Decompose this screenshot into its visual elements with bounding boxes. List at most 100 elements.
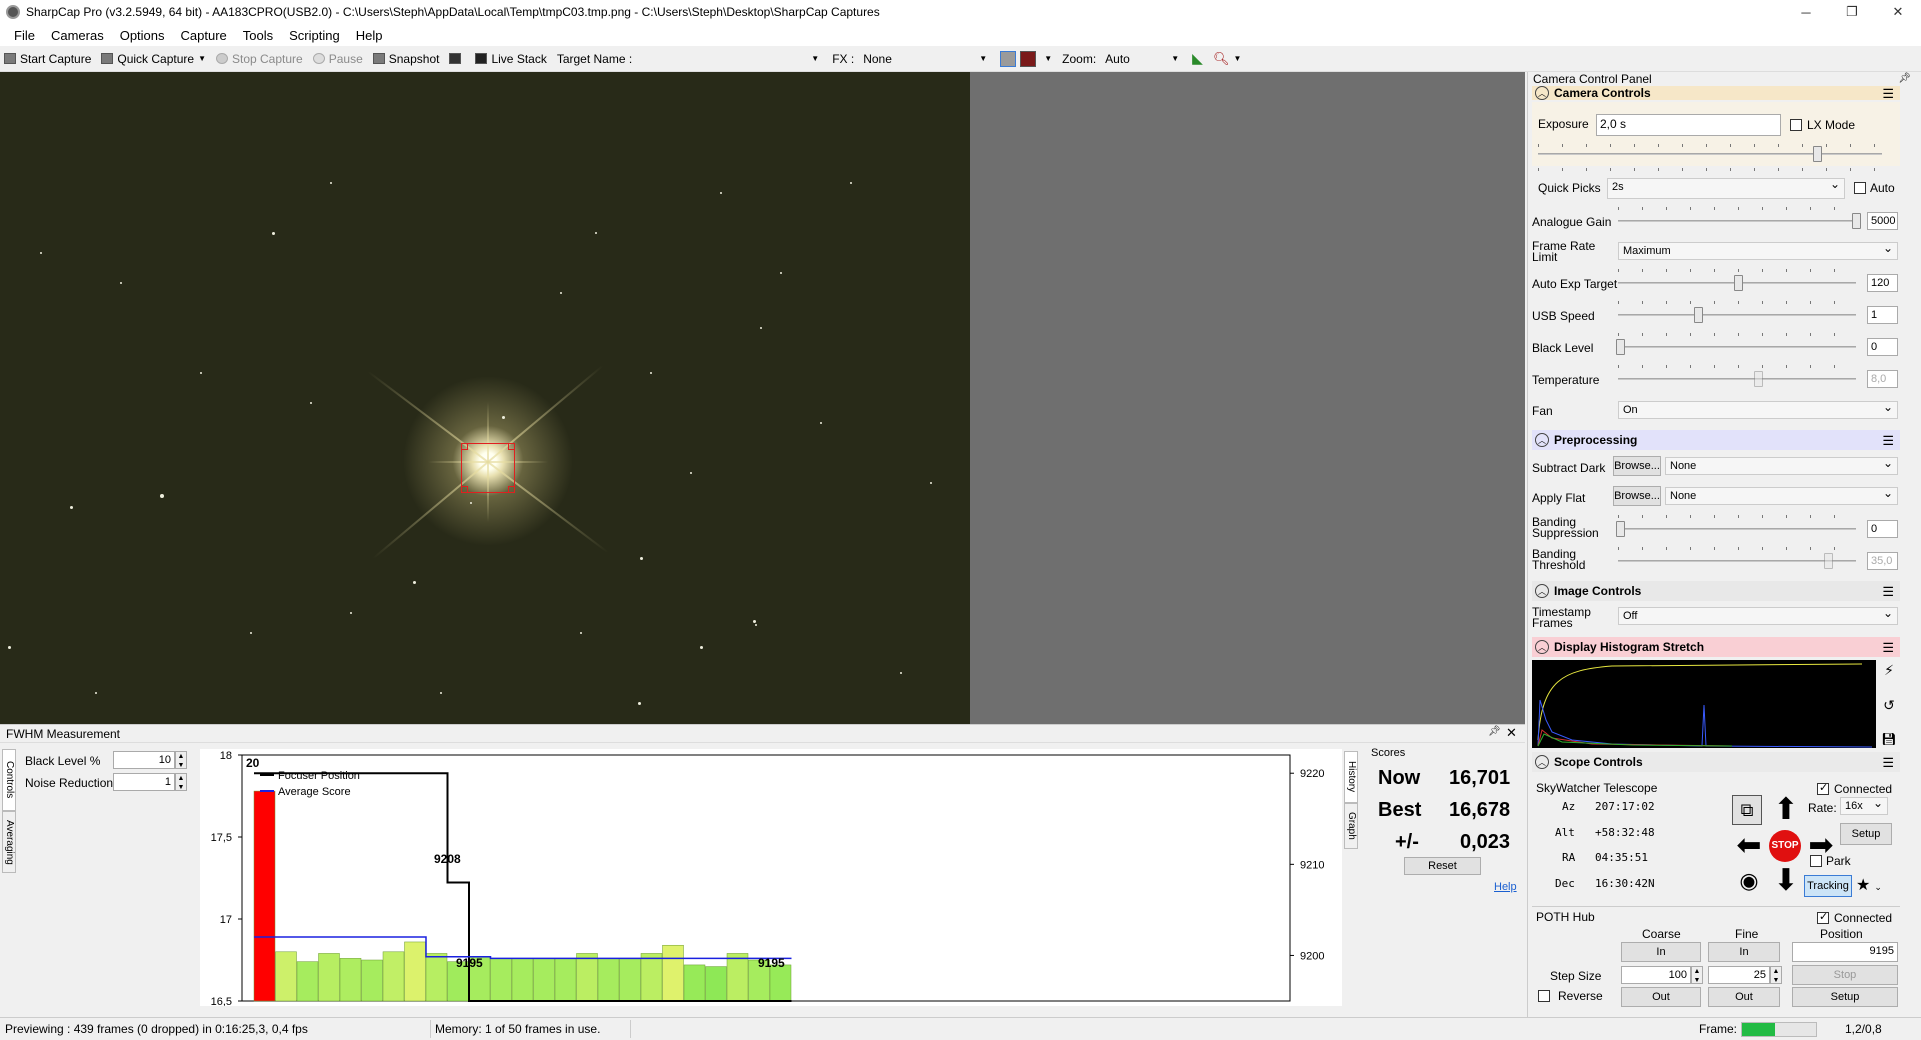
image-viewer[interactable] [0,72,970,724]
tab-averaging[interactable]: Averaging [2,811,16,873]
frame-rate-select[interactable]: Maximum [1618,241,1898,260]
menu-tools[interactable]: Tools [243,28,273,43]
hamburger-icon[interactable]: ☰ [1882,433,1894,449]
start-capture-button[interactable]: Start Capture [4,52,91,66]
pin-icon[interactable]: 📌︎ [1488,726,1501,737]
auto-exp-slider-thumb[interactable] [1734,275,1743,291]
pin-icon[interactable]: 📌︎ [1898,73,1911,84]
snapshot-button[interactable]: Snapshot [372,52,439,66]
quick-capture-button[interactable]: Quick Capture ▼ [101,52,206,66]
fwhm-black-level-input[interactable]: 10 [113,751,175,769]
exposure-slider-thumb[interactable] [1813,146,1822,162]
menu-options[interactable]: Options [120,28,165,43]
chevron-down-icon[interactable]: ▼ [1044,54,1052,63]
chevron-down-icon[interactable]: ▼ [198,54,206,63]
black-level-slider-thumb[interactable] [1616,339,1625,355]
menu-help[interactable]: Help [356,28,383,43]
poth-connected-checkbox[interactable] [1817,910,1829,924]
timestamp-frames-select[interactable]: Off [1618,606,1898,625]
tracking-button[interactable]: Tracking [1804,875,1852,897]
arrow-left-icon[interactable]: ⬅ [1732,829,1766,863]
fine-step-spinner[interactable]: ▲ ▼ [1770,966,1782,984]
grid-icon[interactable] [1000,50,1017,67]
subtract-dark-browse-button[interactable]: Browse... [1613,456,1661,476]
display-button[interactable] [449,53,465,64]
scope-setup-button[interactable]: Setup [1840,823,1892,845]
hamburger-icon[interactable]: ☰ [1882,584,1894,600]
help-link[interactable]: Help [1494,881,1517,893]
frame-icon[interactable]: ⧉ [1732,795,1762,825]
collapse-icon[interactable]: ︿ [1535,755,1549,769]
histogram-toggle[interactable]: ◣ [1192,50,1203,67]
menu-capture[interactable]: Capture [181,28,227,43]
auto-exp-input[interactable]: 120 [1867,274,1898,292]
park-checkbox[interactable] [1810,855,1822,867]
preprocessing-header[interactable]: ︿ Preprocessing ☰ [1532,430,1900,450]
collapse-icon[interactable]: ︿ [1535,433,1549,447]
arrow-up-icon[interactable]: ⬆ [1769,793,1803,827]
chevron-down-icon[interactable]: ⌄ [1874,882,1882,892]
subtract-dark-select[interactable]: None [1665,456,1898,475]
histogram-header[interactable]: ︿ Display Histogram Stretch ☰ [1532,637,1900,657]
coarse-in-button[interactable]: In [1621,942,1701,962]
coarse-out-button[interactable]: Out [1621,987,1701,1007]
live-stack-button[interactable]: Live Stack [475,52,547,66]
lx-mode-checkbox[interactable] [1790,119,1802,131]
reset-icon[interactable]: ↺ [1883,697,1895,714]
collapse-icon[interactable]: ︿ [1535,86,1549,100]
coarse-step-input[interactable]: 100 [1621,966,1691,984]
usb-slider-track[interactable] [1618,314,1856,316]
hamburger-icon[interactable]: ☰ [1882,86,1894,102]
menu-cameras[interactable]: Cameras [51,28,104,43]
usb-speed-input[interactable]: 1 [1867,306,1898,324]
banding-suppression-input[interactable]: 0 [1867,520,1898,538]
collapse-icon[interactable]: ︿ [1535,584,1549,598]
noise-reduction-input[interactable]: 1 [113,773,175,791]
camera-controls-header[interactable]: ︿ Camera Controls ☰ [1532,86,1900,102]
apply-flat-browse-button[interactable]: Browse... [1613,486,1661,506]
banding-suppression-track[interactable] [1618,528,1856,530]
focuser-setup-button[interactable]: Setup [1792,987,1898,1007]
gain-input[interactable]: 5000 [1867,212,1898,230]
apply-flat-select[interactable]: None [1665,486,1898,505]
gain-slider-thumb[interactable] [1852,213,1861,229]
maximize-button[interactable]: ❐ [1829,0,1875,24]
black-level-spinner[interactable]: ▲ ▼ [175,751,187,769]
usb-slider-thumb[interactable] [1694,307,1703,323]
target-icon[interactable]: ◉ [1732,865,1766,897]
coarse-step-spinner[interactable]: ▲ ▼ [1691,966,1703,984]
exposure-slider-track[interactable] [1538,153,1882,155]
close-button[interactable]: ✕ [1875,0,1921,24]
star-icon[interactable]: ★ ⌄ [1856,875,1894,897]
quick-picks-select[interactable]: 2s [1607,177,1845,199]
tab-history[interactable]: History [1344,751,1358,803]
auto-exposure-checkbox[interactable] [1854,182,1866,194]
fx-combo[interactable]: None ▼ [860,50,990,68]
exposure-input[interactable]: 2,0 s [1596,114,1781,136]
tab-graph[interactable]: Graph [1344,803,1358,849]
black-level-slider-track[interactable] [1618,346,1856,348]
scope-connected-checkbox[interactable] [1817,781,1829,795]
hamburger-icon[interactable]: ☰ [1882,640,1894,656]
reset-button[interactable]: Reset [1404,857,1481,875]
tab-controls[interactable]: Controls [2,749,16,811]
collapse-icon[interactable]: ︿ [1535,640,1549,654]
gain-slider-track[interactable] [1618,220,1856,222]
zoom-tool[interactable]: 🔍︎ ▼ [1213,51,1241,67]
minimize-button[interactable]: ─ [1783,0,1829,24]
fine-in-button[interactable]: In [1708,942,1780,962]
zoom-combo[interactable]: Auto ▼ [1102,50,1182,68]
stop-capture-button[interactable]: Stop Capture [216,52,303,66]
fine-out-button[interactable]: Out [1708,987,1780,1007]
fine-step-input[interactable]: 25 [1708,966,1770,984]
arrow-down-icon[interactable]: ⬇ [1769,864,1803,898]
scope-controls-header[interactable]: ︿ Scope Controls ☰ [1532,752,1900,772]
noise-reduction-spinner[interactable]: ▲ ▼ [175,773,187,791]
save-icon[interactable]: 💾︎ [1881,732,1896,746]
menu-file[interactable]: File [14,28,35,43]
pause-button[interactable]: Pause [312,52,363,66]
focus-roi-box[interactable] [461,443,515,493]
hamburger-icon[interactable]: ☰ [1882,755,1894,771]
target-name-combo[interactable]: ▼ [632,50,822,68]
banding-suppression-thumb[interactable] [1616,521,1625,537]
